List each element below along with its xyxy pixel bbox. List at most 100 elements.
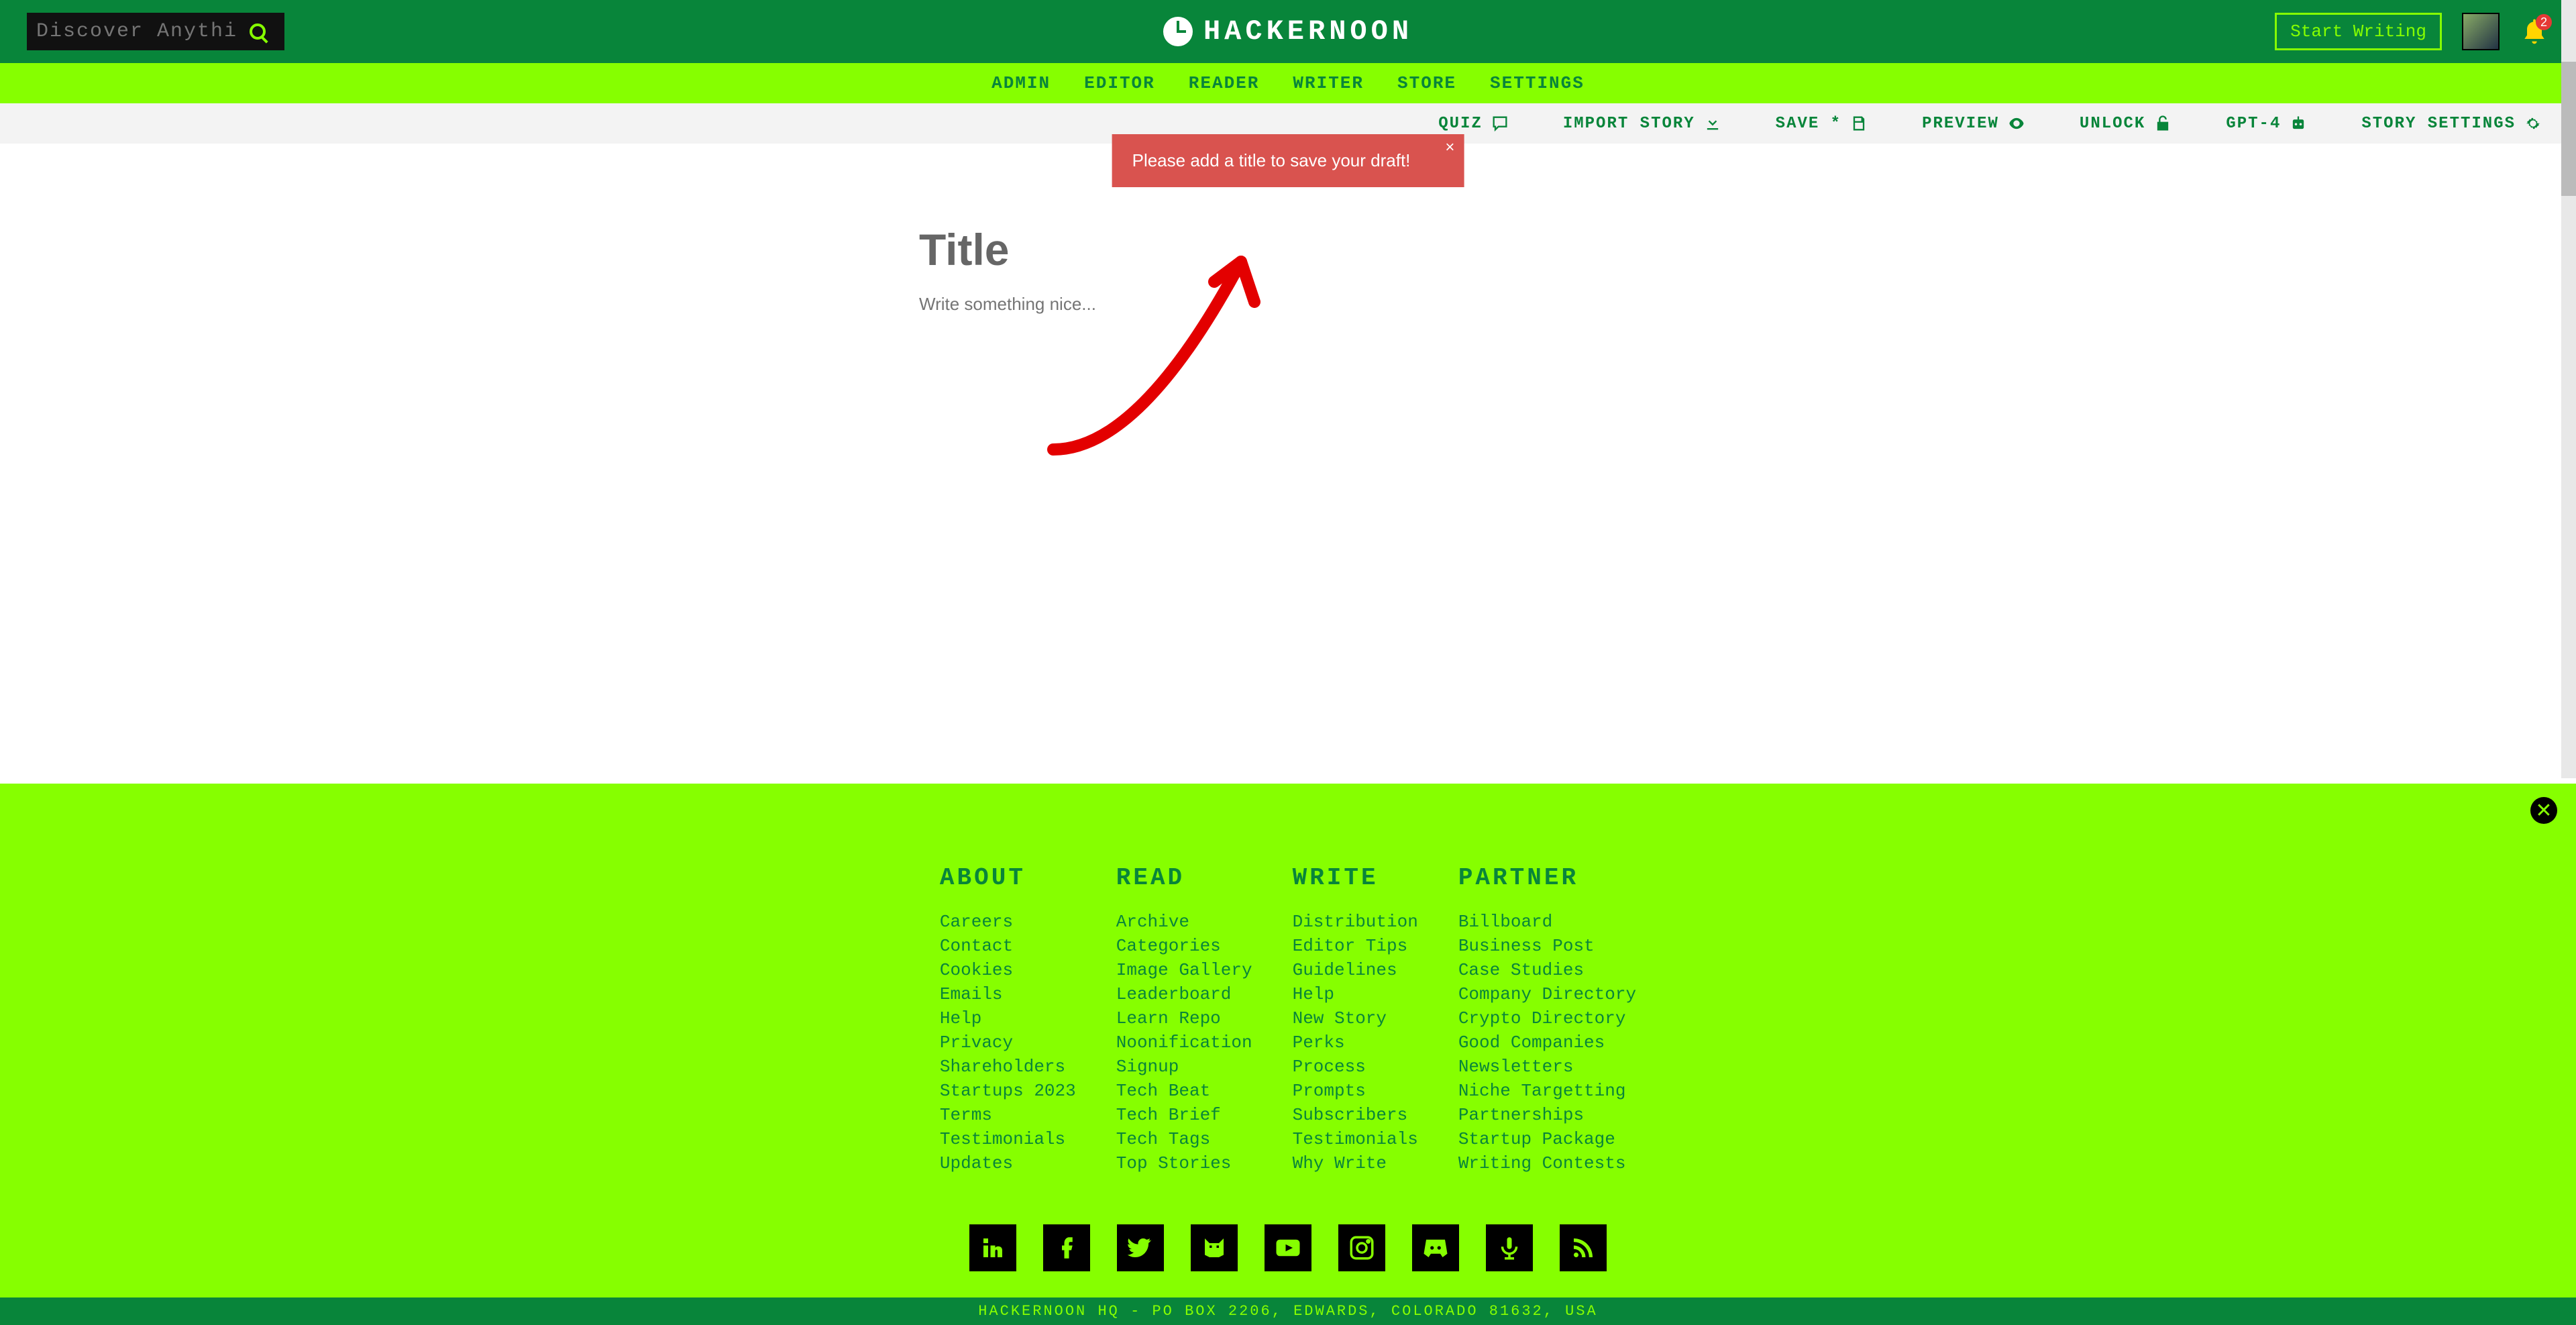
- youtube-icon[interactable]: [1265, 1224, 1311, 1271]
- footer-link[interactable]: Guidelines: [1293, 960, 1418, 980]
- toast-close-button[interactable]: ×: [1445, 138, 1454, 157]
- footer-link[interactable]: Noonification: [1116, 1032, 1252, 1053]
- footer-link[interactable]: Tech Brief: [1116, 1105, 1252, 1125]
- footer-link[interactable]: Startups 2023: [940, 1081, 1076, 1101]
- footer-link[interactable]: Distribution: [1293, 912, 1418, 932]
- gear-icon: [2524, 114, 2542, 133]
- story-settings-button[interactable]: STORY SETTINGS: [2361, 114, 2542, 133]
- gpt4-button[interactable]: GPT-4: [2226, 114, 2308, 133]
- instagram-icon[interactable]: [1338, 1224, 1385, 1271]
- footer-col-write: WRITE Distribution Editor Tips Guideline…: [1293, 864, 1418, 1177]
- footer-link[interactable]: Why Write: [1293, 1153, 1418, 1173]
- story-body-input[interactable]: [919, 294, 1657, 335]
- import-story-button[interactable]: IMPORT STORY: [1563, 114, 1722, 133]
- footer-link[interactable]: Startup Package: [1458, 1129, 1636, 1149]
- nav-editor[interactable]: EDITOR: [1084, 73, 1155, 93]
- story-settings-label: STORY SETTINGS: [2361, 115, 2516, 133]
- nav-admin[interactable]: ADMIN: [991, 73, 1051, 93]
- footer-link[interactable]: Perks: [1293, 1032, 1418, 1053]
- podcast-icon[interactable]: [1486, 1224, 1533, 1271]
- footer-link[interactable]: Shareholders: [940, 1057, 1076, 1077]
- footer-link[interactable]: Terms: [940, 1105, 1076, 1125]
- top-actions: Start Writing 2: [2275, 13, 2549, 50]
- search-icon[interactable]: [250, 23, 266, 40]
- speech-bubble-icon: [1491, 114, 1509, 133]
- preview-button[interactable]: PREVIEW: [1922, 114, 2026, 133]
- footer-link[interactable]: Updates: [940, 1153, 1076, 1173]
- rss-icon[interactable]: [1560, 1224, 1607, 1271]
- footer-link[interactable]: Company Directory: [1458, 984, 1636, 1004]
- nav-store[interactable]: STORE: [1397, 73, 1456, 93]
- address-bar: HACKERNOON HQ - PO BOX 2206, EDWARDS, CO…: [0, 1297, 2576, 1325]
- eye-icon: [2007, 114, 2026, 133]
- footer-link[interactable]: Process: [1293, 1057, 1418, 1077]
- unlock-label: UNLOCK: [2080, 115, 2145, 133]
- avatar[interactable]: [2462, 13, 2500, 50]
- footer-heading: PARTNER: [1458, 864, 1636, 892]
- footer-link[interactable]: Contact: [940, 936, 1076, 956]
- footer-link[interactable]: Niche Targetting: [1458, 1081, 1636, 1101]
- footer-col-read: READ Archive Categories Image Gallery Le…: [1116, 864, 1252, 1177]
- quiz-button[interactable]: QUIZ: [1438, 114, 1509, 133]
- save-button[interactable]: SAVE *: [1776, 114, 1868, 133]
- unlock-button[interactable]: UNLOCK: [2080, 114, 2172, 133]
- footer-link[interactable]: Business Post: [1458, 936, 1636, 956]
- robot-icon: [2289, 114, 2308, 133]
- nav-settings[interactable]: SETTINGS: [1490, 73, 1585, 93]
- footer-link[interactable]: Archive: [1116, 912, 1252, 932]
- footer-link[interactable]: Tech Tags: [1116, 1129, 1252, 1149]
- footer-link[interactable]: Signup: [1116, 1057, 1252, 1077]
- footer-link[interactable]: Prompts: [1293, 1081, 1418, 1101]
- linkedin-icon[interactable]: [969, 1224, 1016, 1271]
- toast-message: Please add a title to save your draft!: [1132, 150, 1411, 170]
- nav-reader[interactable]: READER: [1189, 73, 1260, 93]
- footer-heading: READ: [1116, 864, 1252, 892]
- footer-link[interactable]: Image Gallery: [1116, 960, 1252, 980]
- footer-link[interactable]: Testimonials: [1293, 1129, 1418, 1149]
- footer-link[interactable]: Top Stories: [1116, 1153, 1252, 1173]
- footer-link[interactable]: Careers: [940, 912, 1076, 932]
- nav-writer[interactable]: WRITER: [1293, 73, 1364, 93]
- footer-link[interactable]: Help: [1293, 984, 1418, 1004]
- bell-icon[interactable]: 2: [2520, 17, 2549, 46]
- nav-bar: ADMIN EDITOR READER WRITER STORE SETTING…: [0, 63, 2576, 103]
- scrollbar[interactable]: [2561, 0, 2576, 778]
- footer-link[interactable]: Tech Beat: [1116, 1081, 1252, 1101]
- footer-link[interactable]: Billboard: [1458, 912, 1636, 932]
- footer-link[interactable]: Partnerships: [1458, 1105, 1636, 1125]
- footer-link[interactable]: Help: [940, 1008, 1076, 1028]
- search-input[interactable]: [36, 20, 237, 43]
- footer-link[interactable]: Case Studies: [1458, 960, 1636, 980]
- footer-col-partner: PARTNER Billboard Business Post Case Stu…: [1458, 864, 1636, 1177]
- footer-link[interactable]: Writing Contests: [1458, 1153, 1636, 1173]
- search-box[interactable]: [27, 13, 284, 50]
- logo-icon: [1163, 17, 1193, 46]
- download-icon: [1703, 114, 1722, 133]
- story-title-input[interactable]: [919, 224, 1657, 275]
- brand[interactable]: HACKERNOON: [1163, 15, 1413, 48]
- footer-link[interactable]: Categories: [1116, 936, 1252, 956]
- footer-link[interactable]: Emails: [940, 984, 1076, 1004]
- facebook-icon[interactable]: [1043, 1224, 1090, 1271]
- footer-link[interactable]: Testimonials: [940, 1129, 1076, 1149]
- notification-badge: 2: [2536, 14, 2552, 30]
- footer-link[interactable]: Crypto Directory: [1458, 1008, 1636, 1028]
- footer-link[interactable]: Leaderboard: [1116, 984, 1252, 1004]
- footer-link[interactable]: Learn Repo: [1116, 1008, 1252, 1028]
- start-writing-button[interactable]: Start Writing: [2275, 13, 2442, 50]
- warning-toast: Please add a title to save your draft! ×: [1112, 134, 1464, 187]
- unlock-icon: [2153, 114, 2172, 133]
- footer-link[interactable]: Privacy: [940, 1032, 1076, 1053]
- pixel-cat-icon[interactable]: [1191, 1224, 1238, 1271]
- discord-icon[interactable]: [1412, 1224, 1459, 1271]
- footer-link[interactable]: Cookies: [940, 960, 1076, 980]
- footer-link[interactable]: New Story: [1293, 1008, 1418, 1028]
- save-icon: [1849, 114, 1868, 133]
- twitter-icon[interactable]: [1117, 1224, 1164, 1271]
- footer-link[interactable]: Good Companies: [1458, 1032, 1636, 1053]
- footer-link[interactable]: Newsletters: [1458, 1057, 1636, 1077]
- footer-link[interactable]: Editor Tips: [1293, 936, 1418, 956]
- footer-heading: WRITE: [1293, 864, 1418, 892]
- footer-link[interactable]: Subscribers: [1293, 1105, 1418, 1125]
- footer-close-button[interactable]: ✕: [2530, 797, 2557, 824]
